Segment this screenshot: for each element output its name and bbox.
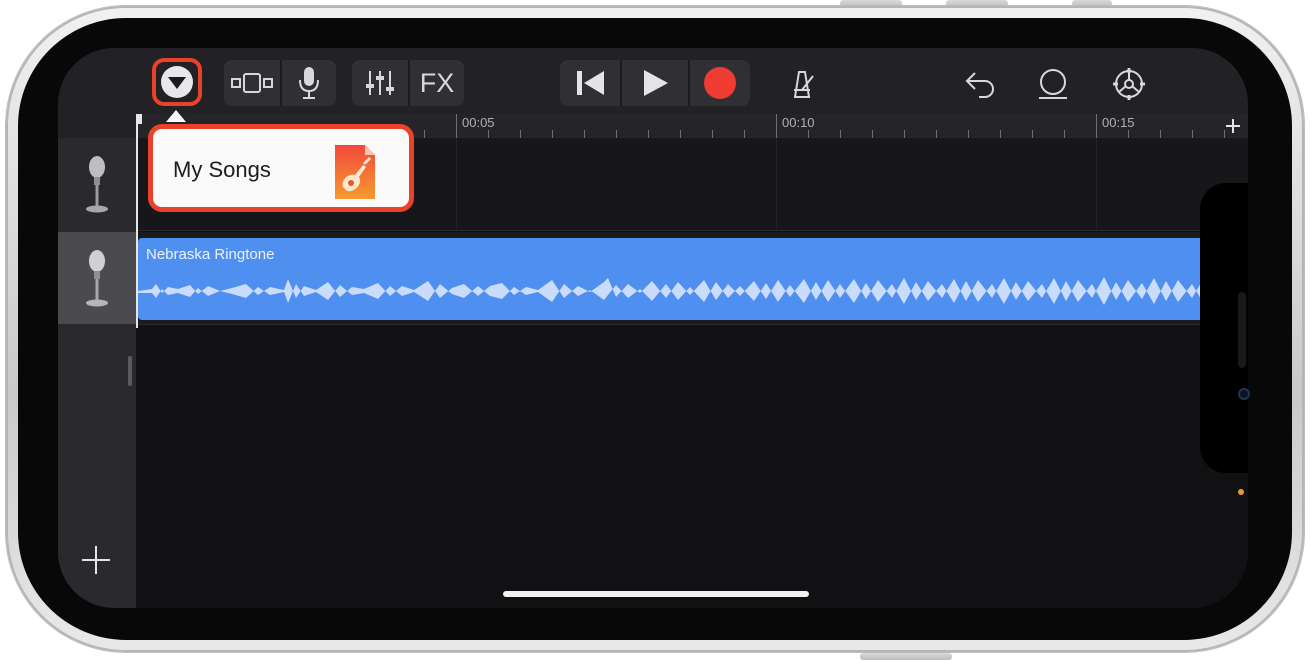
ruler-tick: [1192, 130, 1193, 138]
instrument-button[interactable]: [282, 60, 336, 106]
metronome-button[interactable]: [780, 62, 824, 106]
ruler-tick: [648, 130, 649, 138]
settings-icon: [1113, 68, 1145, 100]
ruler-tick: [712, 130, 713, 138]
my-songs-menu-button[interactable]: [158, 64, 196, 100]
record-button[interactable]: [690, 60, 750, 106]
ruler-tick: [616, 130, 617, 138]
metronome-icon: [793, 71, 814, 98]
ruler-tick: [808, 130, 809, 138]
ruler-tick: [840, 130, 841, 138]
add-section-button[interactable]: [1218, 114, 1248, 138]
ruler-tick: [424, 130, 425, 138]
device-screenshot: FX 00:05 00:10 00:15 Nebraska Ringtone M…: [0, 0, 1310, 660]
beat-grid-line: [1096, 138, 1097, 230]
power-button: [860, 653, 952, 660]
plus-icon: [82, 546, 110, 574]
settings-button[interactable]: [1106, 62, 1152, 106]
beat-grid-line: [456, 138, 457, 230]
ruler-tick: [904, 130, 905, 138]
go-to-beginning-icon: [577, 71, 604, 95]
track-view-icon: [231, 73, 273, 93]
ruler-tick: [456, 114, 457, 138]
ruler-tick: [1160, 130, 1161, 138]
earpiece-speaker: [1238, 292, 1246, 368]
ruler-tick: [1064, 130, 1065, 138]
garageband-app-icon: [333, 143, 377, 201]
ruler-tick: [520, 130, 521, 138]
track-view-button[interactable]: [224, 60, 280, 106]
track-header-selected[interactable]: [58, 232, 136, 324]
region-title: Nebraska Ringtone: [146, 246, 275, 263]
ruler-label: 00:15: [1102, 115, 1135, 130]
ruler-tick: [1128, 130, 1129, 138]
plus-icon: [1226, 119, 1240, 133]
my-songs-popover: My Songs: [148, 124, 414, 212]
loop-button[interactable]: [1030, 62, 1076, 106]
ruler-tick: [680, 130, 681, 138]
go-to-beginning-button[interactable]: [560, 60, 620, 106]
app-screen: FX 00:05 00:10 00:15 Nebraska Ringtone M…: [58, 48, 1248, 608]
beat-grid-line: [776, 138, 777, 230]
mixer-button[interactable]: [352, 60, 408, 106]
microphone-icon: [86, 250, 108, 307]
audio-region[interactable]: Nebraska Ringtone: [138, 238, 1248, 320]
ruler-label: 00:10: [782, 115, 815, 130]
mixer-icon: [366, 71, 394, 95]
ruler-tick: [1032, 130, 1033, 138]
undo-icon: [965, 72, 994, 98]
track-header[interactable]: [58, 138, 136, 230]
ruler-tick: [1096, 114, 1097, 138]
chevron-down-icon: [161, 66, 193, 98]
ruler-label: 00:05: [462, 115, 495, 130]
record-icon: [704, 67, 736, 99]
ruler-tick: [584, 130, 585, 138]
microphone-icon: [86, 156, 108, 213]
loop-icon: [1039, 69, 1067, 99]
ruler-tick: [776, 114, 777, 138]
play-button[interactable]: [622, 60, 688, 106]
microphone-icon: [299, 67, 319, 99]
play-icon: [644, 70, 668, 96]
fx-button[interactable]: FX: [410, 60, 464, 106]
ruler-tick: [1000, 130, 1001, 138]
undo-button[interactable]: [958, 62, 1002, 106]
home-indicator[interactable]: [503, 591, 809, 597]
popover-arrow: [166, 110, 186, 122]
ruler-tick: [968, 130, 969, 138]
ruler-tick: [744, 130, 745, 138]
ruler-tick: [936, 130, 937, 138]
ruler-tick: [488, 130, 489, 138]
privacy-indicator-dot: [1238, 489, 1244, 495]
empty-track-area[interactable]: [136, 326, 1248, 608]
ruler-tick: [872, 130, 873, 138]
add-track-button[interactable]: [74, 538, 118, 582]
front-camera: [1238, 388, 1250, 400]
ruler-tick: [552, 130, 553, 138]
my-songs-menu-item[interactable]: My Songs: [173, 157, 271, 183]
garageband-document-icon: [335, 145, 375, 199]
waveform: [138, 277, 1248, 306]
scroll-indicator[interactable]: [128, 356, 132, 386]
